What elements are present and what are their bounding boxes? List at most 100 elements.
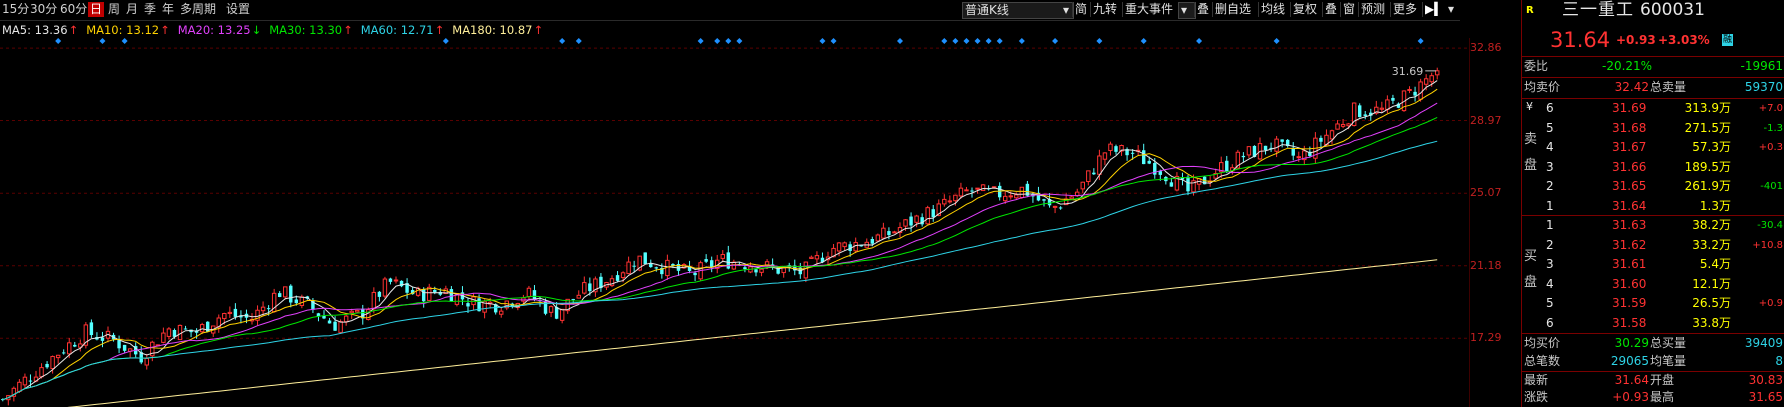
- kline-chart[interactable]: 31.69: [0, 38, 1470, 407]
- ask-level-row[interactable]: 1 31.64 1.3万: [1522, 197, 1784, 216]
- toolbar-adjust[interactable]: 复权: [1290, 2, 1319, 17]
- event-marker-icon: [996, 38, 1003, 44]
- bid-volume: 33.2万: [1692, 237, 1731, 252]
- avg-trade-label: 均笔量: [1650, 354, 1687, 368]
- ma-legend: MA5: 13.36↑ MA10: 13.12↑ MA20: 13.25↓ MA30:…: [2, 23, 551, 37]
- candle-body: [183, 328, 188, 330]
- toolbar-major-events[interactable]: 重大事件: [1122, 2, 1175, 17]
- candle-body: [466, 303, 470, 307]
- candle-body: [571, 298, 575, 300]
- period-year[interactable]: 年: [160, 2, 176, 17]
- toolbar-more[interactable]: 更多: [1390, 2, 1419, 17]
- period-60min[interactable]: 60分: [58, 2, 89, 17]
- candle-body: [814, 255, 820, 260]
- event-marker-icon: [819, 38, 826, 44]
- candle-body: [471, 296, 476, 306]
- event-marker-icon: [941, 38, 948, 44]
- ask-level-row[interactable]: 6 31.69 313.9万 +7.0: [1522, 99, 1784, 118]
- price-line: 31.64 +0.93 +3.03% 融: [1522, 27, 1784, 53]
- candle-body: [958, 187, 964, 197]
- toolbar-simple[interactable]: 简: [1072, 2, 1089, 17]
- bid-volume-change: -30.4: [1757, 220, 1783, 231]
- ask-level-row[interactable]: 3 31.66 189.5万: [1522, 158, 1784, 177]
- bid-level-row[interactable]: 4 31.60 12.1万: [1522, 275, 1784, 294]
- event-marker-icon: [1052, 38, 1059, 44]
- chevron-down-icon[interactable]: ▾: [1446, 2, 1456, 17]
- period-month[interactable]: 月: [124, 2, 140, 17]
- ask-level-row[interactable]: 4 31.67 57.3万 +0.3: [1522, 138, 1784, 157]
- period-15min[interactable]: 15分: [0, 2, 31, 17]
- arrow-up-icon: ↑: [343, 23, 353, 37]
- toolbar-overlay[interactable]: 叠: [1194, 2, 1211, 17]
- candle-body: [1097, 155, 1102, 175]
- candle-body: [582, 282, 587, 294]
- ask-level: 1: [1546, 198, 1554, 213]
- candle-body: [1435, 70, 1440, 76]
- event-marker-icon: [1273, 38, 1280, 44]
- candle-body: [925, 207, 930, 225]
- ma-legend-item: MA10: 13.12↑: [86, 23, 170, 37]
- period-day[interactable]: 日: [88, 2, 105, 17]
- yen-icon: ¥: [1526, 100, 1533, 113]
- candle-body: [122, 344, 127, 351]
- high-annotation: 31.69: [1392, 65, 1424, 78]
- event-marker-icon: [1096, 38, 1103, 44]
- latest-row: 最新 31.64 开盘 30.83: [1522, 372, 1784, 389]
- bid-level: 1: [1546, 218, 1554, 232]
- candle-body: [576, 294, 581, 299]
- period-multi[interactable]: 多周期: [178, 2, 218, 17]
- bid-level-row[interactable]: 6 31.58 33.8万: [1522, 314, 1784, 333]
- ma10-line: [2, 88, 1438, 401]
- price-change: +0.93: [1616, 33, 1656, 47]
- total-buy-label: 总买量: [1650, 336, 1687, 350]
- ma20-line: [2, 102, 1438, 401]
- period-season[interactable]: 季: [142, 2, 158, 17]
- toolbar-stack[interactable]: 叠: [1322, 2, 1339, 17]
- toolbar-window[interactable]: 窗: [1340, 2, 1357, 17]
- ask-level-row[interactable]: 2 31.65 261.9万 -401: [1522, 177, 1784, 196]
- settings-button[interactable]: 设置: [224, 2, 252, 17]
- toolbar-ma[interactable]: 均线: [1258, 2, 1287, 17]
- event-marker-icon: [714, 38, 721, 44]
- candle-body: [1080, 181, 1085, 190]
- toolbar-jiuzhuan[interactable]: 九转: [1090, 2, 1119, 17]
- candle-body: [615, 275, 620, 281]
- candle-body: [947, 200, 953, 203]
- bid-level-row[interactable]: 5 31.59 26.5万 +0.9: [1522, 294, 1784, 313]
- bid-level: 4: [1546, 276, 1554, 291]
- bid-level-row[interactable]: 1 31.63 38.2万 -30.4: [1522, 216, 1784, 235]
- candle-body: [371, 291, 377, 310]
- bid-level-row[interactable]: 3 31.61 5.4万: [1522, 255, 1784, 274]
- toolbar-remove-watch[interactable]: 删自选: [1212, 2, 1253, 17]
- ask-price: 31.66: [1612, 159, 1647, 174]
- candle-body: [1114, 146, 1118, 152]
- bid-level-row[interactable]: 2 31.62 33.2万 +10.8: [1522, 236, 1784, 255]
- ask-volume-change: -401: [1760, 181, 1783, 192]
- candle-body: [626, 261, 631, 275]
- toolbar-forecast[interactable]: 预测: [1358, 2, 1387, 17]
- candle-body: [1263, 145, 1268, 151]
- collapse-panel-icon[interactable]: ▶▍: [1422, 2, 1445, 17]
- candle-body: [1379, 107, 1385, 110]
- candle-body: [22, 376, 28, 386]
- kline-type-select[interactable]: 普通K线 ▾: [962, 2, 1074, 19]
- event-marker-icon: [442, 38, 449, 44]
- candle-body: [1102, 152, 1108, 160]
- chevron-down-icon: ▾: [1181, 3, 1188, 17]
- ask-price: 31.69: [1612, 101, 1647, 115]
- candle-body: [1385, 99, 1390, 110]
- total-sell-label: 总卖量: [1650, 80, 1687, 94]
- period-week[interactable]: 周: [106, 2, 122, 17]
- candle-body: [1008, 195, 1013, 198]
- quote-panel: R 三一重工 600031 31.64 +0.93 +3.03% 融 委比 -2…: [1521, 0, 1784, 407]
- bid-level: 2: [1546, 237, 1554, 252]
- candle-body: [632, 265, 636, 267]
- weibi-value: -20.21%: [1602, 59, 1653, 73]
- candle-body: [338, 321, 343, 333]
- candle-body: [743, 267, 747, 270]
- ask-level-row[interactable]: 5 31.68 271.5万 -1.3: [1522, 119, 1784, 138]
- candle-body: [1357, 105, 1362, 118]
- candle-body: [1335, 123, 1340, 130]
- period-30min[interactable]: 30分: [28, 2, 59, 17]
- latest-label: 最新: [1524, 373, 1549, 387]
